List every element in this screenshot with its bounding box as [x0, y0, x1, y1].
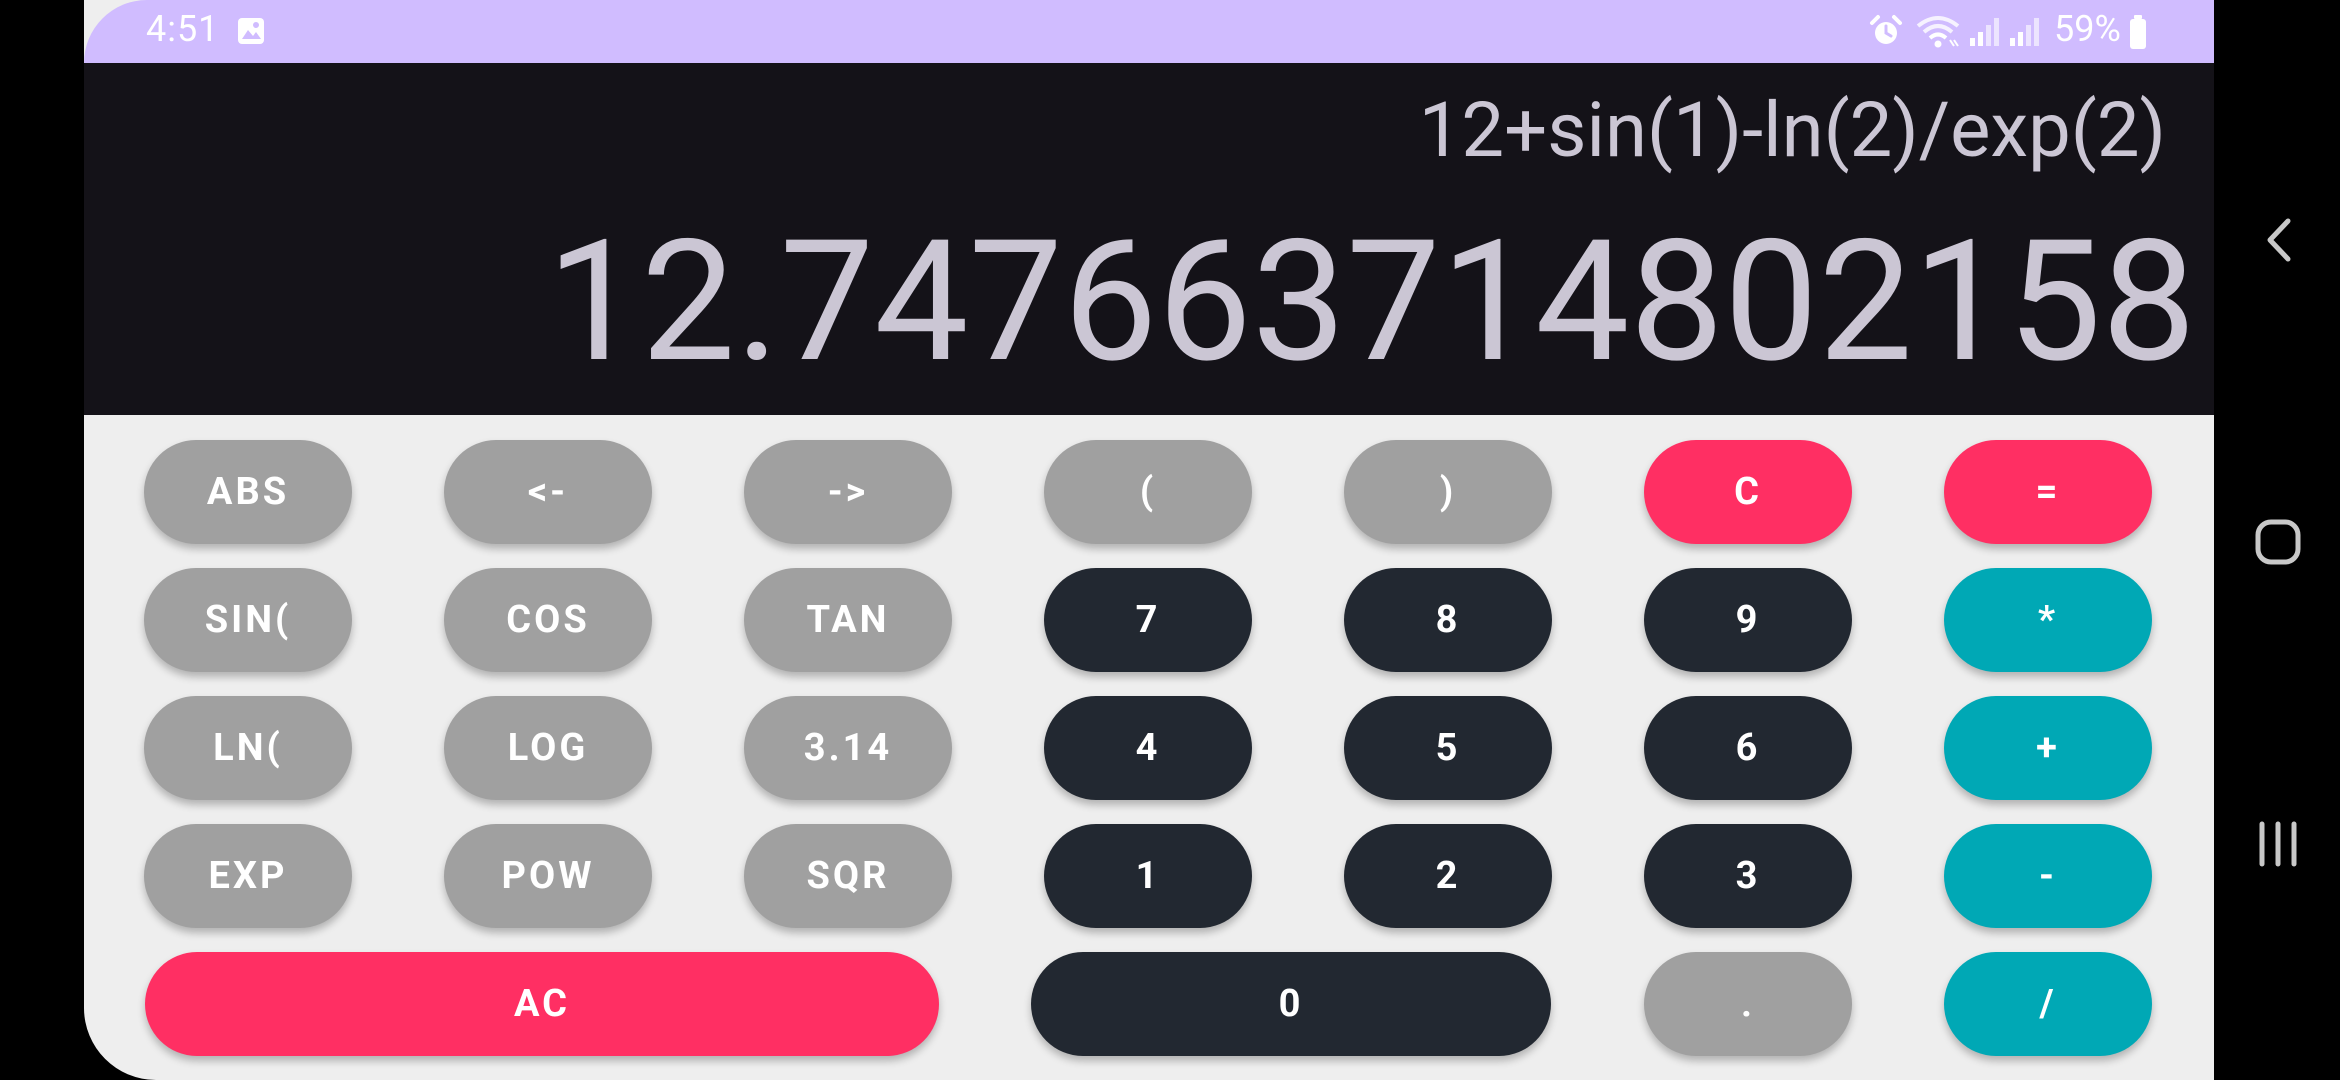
- status-time: 4:51: [146, 8, 220, 50]
- battery-percent: 59%: [2054, 8, 2121, 50]
- cursor-left-button[interactable]: <-: [444, 440, 652, 544]
- abs-button[interactable]: ABS: [144, 440, 352, 544]
- decimal-point-button[interactable]: .: [1644, 952, 1852, 1056]
- equals-button[interactable]: =: [1944, 440, 2152, 544]
- back-icon[interactable]: [2260, 215, 2296, 265]
- digit-8-button[interactable]: 8: [1344, 568, 1552, 672]
- tan-button[interactable]: TAN: [744, 568, 952, 672]
- minus-button[interactable]: -: [1944, 824, 2152, 928]
- multiply-button[interactable]: *: [1944, 568, 2152, 672]
- alarm-icon: [1870, 15, 1902, 44]
- signal-icon: [1970, 18, 1999, 46]
- cos-button[interactable]: COS: [444, 568, 652, 672]
- app-screen: 4:51 59% 12+sin(1)-ln(2)/exp(2) 12.74766…: [84, 0, 2214, 1080]
- digit-5-button[interactable]: 5: [1344, 696, 1552, 800]
- navigation-bar: [2214, 0, 2340, 1080]
- recent-apps-icon[interactable]: [2256, 820, 2300, 868]
- cursor-right-button[interactable]: ->: [744, 440, 952, 544]
- home-icon[interactable]: [2254, 518, 2302, 566]
- pi-button[interactable]: 3.14: [744, 696, 952, 800]
- digit-7-button[interactable]: 7: [1044, 568, 1252, 672]
- all-clear-button[interactable]: AC: [145, 952, 939, 1056]
- calculator-display: 12+sin(1)-ln(2)/exp(2) 12.74766371480215…: [84, 63, 2214, 415]
- digit-2-button[interactable]: 2: [1344, 824, 1552, 928]
- divide-button[interactable]: /: [1944, 952, 2152, 1056]
- log-button[interactable]: LOG: [444, 696, 652, 800]
- clear-button[interactable]: C: [1644, 440, 1852, 544]
- digit-1-button[interactable]: 1: [1044, 824, 1252, 928]
- result-text: 12.747663714802158: [546, 204, 2196, 401]
- signal-icon: [2010, 18, 2039, 46]
- sqr-button[interactable]: SQR: [744, 824, 952, 928]
- wifi-icon: [1916, 16, 1960, 48]
- battery-icon: [2130, 15, 2146, 49]
- pow-button[interactable]: POW: [444, 824, 652, 928]
- open-paren-button[interactable]: (: [1044, 440, 1252, 544]
- digit-4-button[interactable]: 4: [1044, 696, 1252, 800]
- expression-text: 12+sin(1)-ln(2)/exp(2): [1418, 85, 2166, 175]
- close-paren-button[interactable]: ): [1344, 440, 1552, 544]
- digit-6-button[interactable]: 6: [1644, 696, 1852, 800]
- ln-button[interactable]: LN(: [144, 696, 352, 800]
- status-bar: 4:51 59%: [84, 0, 2214, 63]
- digit-3-button[interactable]: 3: [1644, 824, 1852, 928]
- digit-0-button[interactable]: 0: [1031, 952, 1551, 1056]
- gallery-icon: [238, 18, 264, 44]
- digit-9-button[interactable]: 9: [1644, 568, 1852, 672]
- sin-button[interactable]: SIN(: [144, 568, 352, 672]
- plus-button[interactable]: +: [1944, 696, 2152, 800]
- exp-button[interactable]: EXP: [144, 824, 352, 928]
